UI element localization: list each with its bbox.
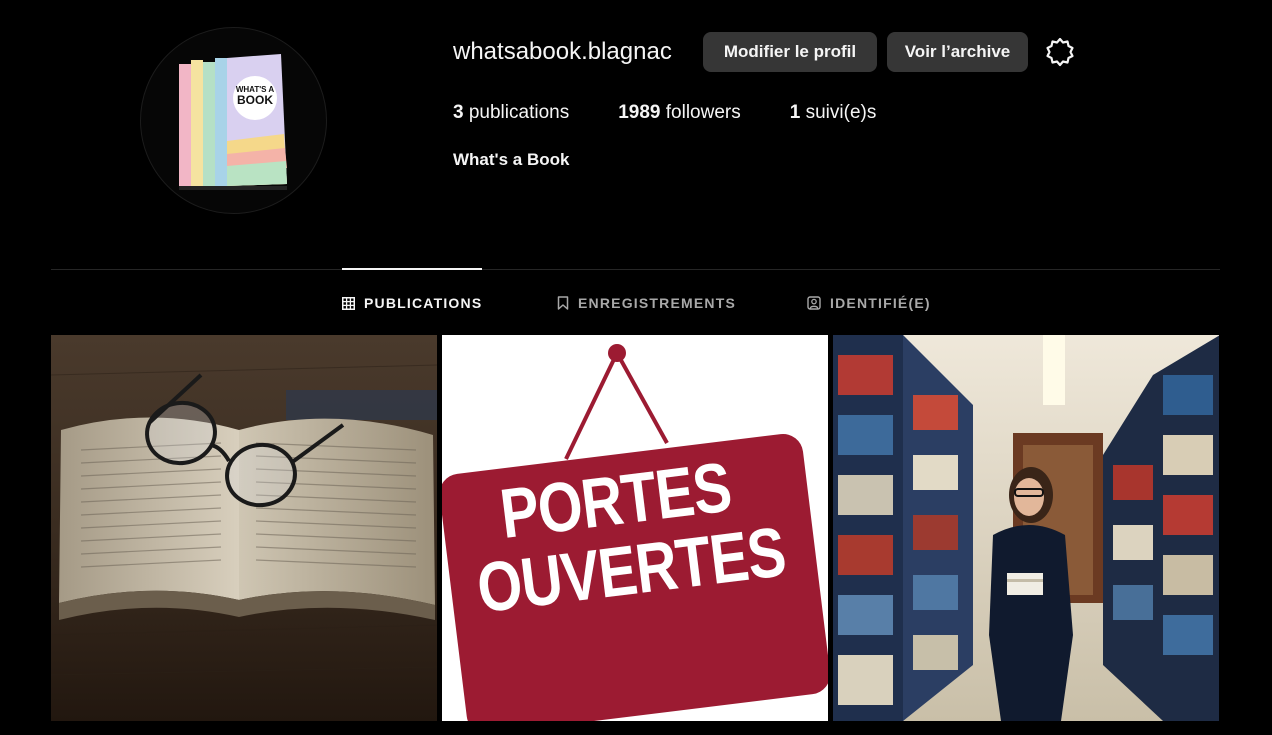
posts-label: publications xyxy=(468,102,570,123)
tabs-divider xyxy=(51,269,1220,270)
profile-page: WHAT'S A BOOK whatsabook.blagnac Modifie… xyxy=(0,0,1272,735)
posts-count: 3 xyxy=(453,102,464,123)
view-archive-button[interactable]: Voir l’archive xyxy=(887,32,1028,72)
followers-stat[interactable]: 1989 followers xyxy=(618,102,741,124)
gear-icon xyxy=(1046,37,1074,67)
post-thumbnail[interactable] xyxy=(833,335,1219,721)
svg-text:BOOK: BOOK xyxy=(237,93,273,107)
books-logo-icon: WHAT'S A BOOK xyxy=(178,53,287,190)
posts-stat: 3 publications xyxy=(453,102,569,124)
tab-publications[interactable]: PUBLICATIONS xyxy=(342,293,482,313)
grid-icon xyxy=(342,296,355,310)
tab-label: IDENTIFIÉ(E) xyxy=(830,295,931,311)
followers-count: 1989 xyxy=(618,102,661,123)
settings-button[interactable] xyxy=(1045,37,1075,67)
profile-stats: 3 publications 1989 followers 1 suivi(e)… xyxy=(453,102,925,124)
following-label: suivi(e)s xyxy=(805,102,877,123)
tagged-user-icon xyxy=(807,296,821,310)
open-book-photo xyxy=(51,335,437,721)
tab-label: ENREGISTREMENTS xyxy=(578,295,737,311)
active-tab-indicator xyxy=(342,268,482,270)
following-count: 1 xyxy=(789,102,801,123)
followers-label: followers xyxy=(665,102,741,123)
following-stat[interactable]: 1 suivi(e)s xyxy=(790,102,877,124)
bookmark-icon xyxy=(557,296,569,310)
tab-label: PUBLICATIONS xyxy=(364,295,483,311)
profile-full-name: What's a Book xyxy=(453,150,570,169)
edit-profile-button[interactable]: Modifier le profil xyxy=(703,32,877,72)
profile-avatar[interactable]: WHAT'S A BOOK xyxy=(140,27,327,214)
tab-tagged[interactable]: IDENTIFIÉ(E) xyxy=(807,293,931,313)
post-thumbnail[interactable] xyxy=(51,335,437,721)
library-photo xyxy=(833,335,1219,721)
tab-saved[interactable]: ENREGISTREMENTS xyxy=(557,293,736,313)
username: whatsabook.blagnac xyxy=(453,38,672,65)
